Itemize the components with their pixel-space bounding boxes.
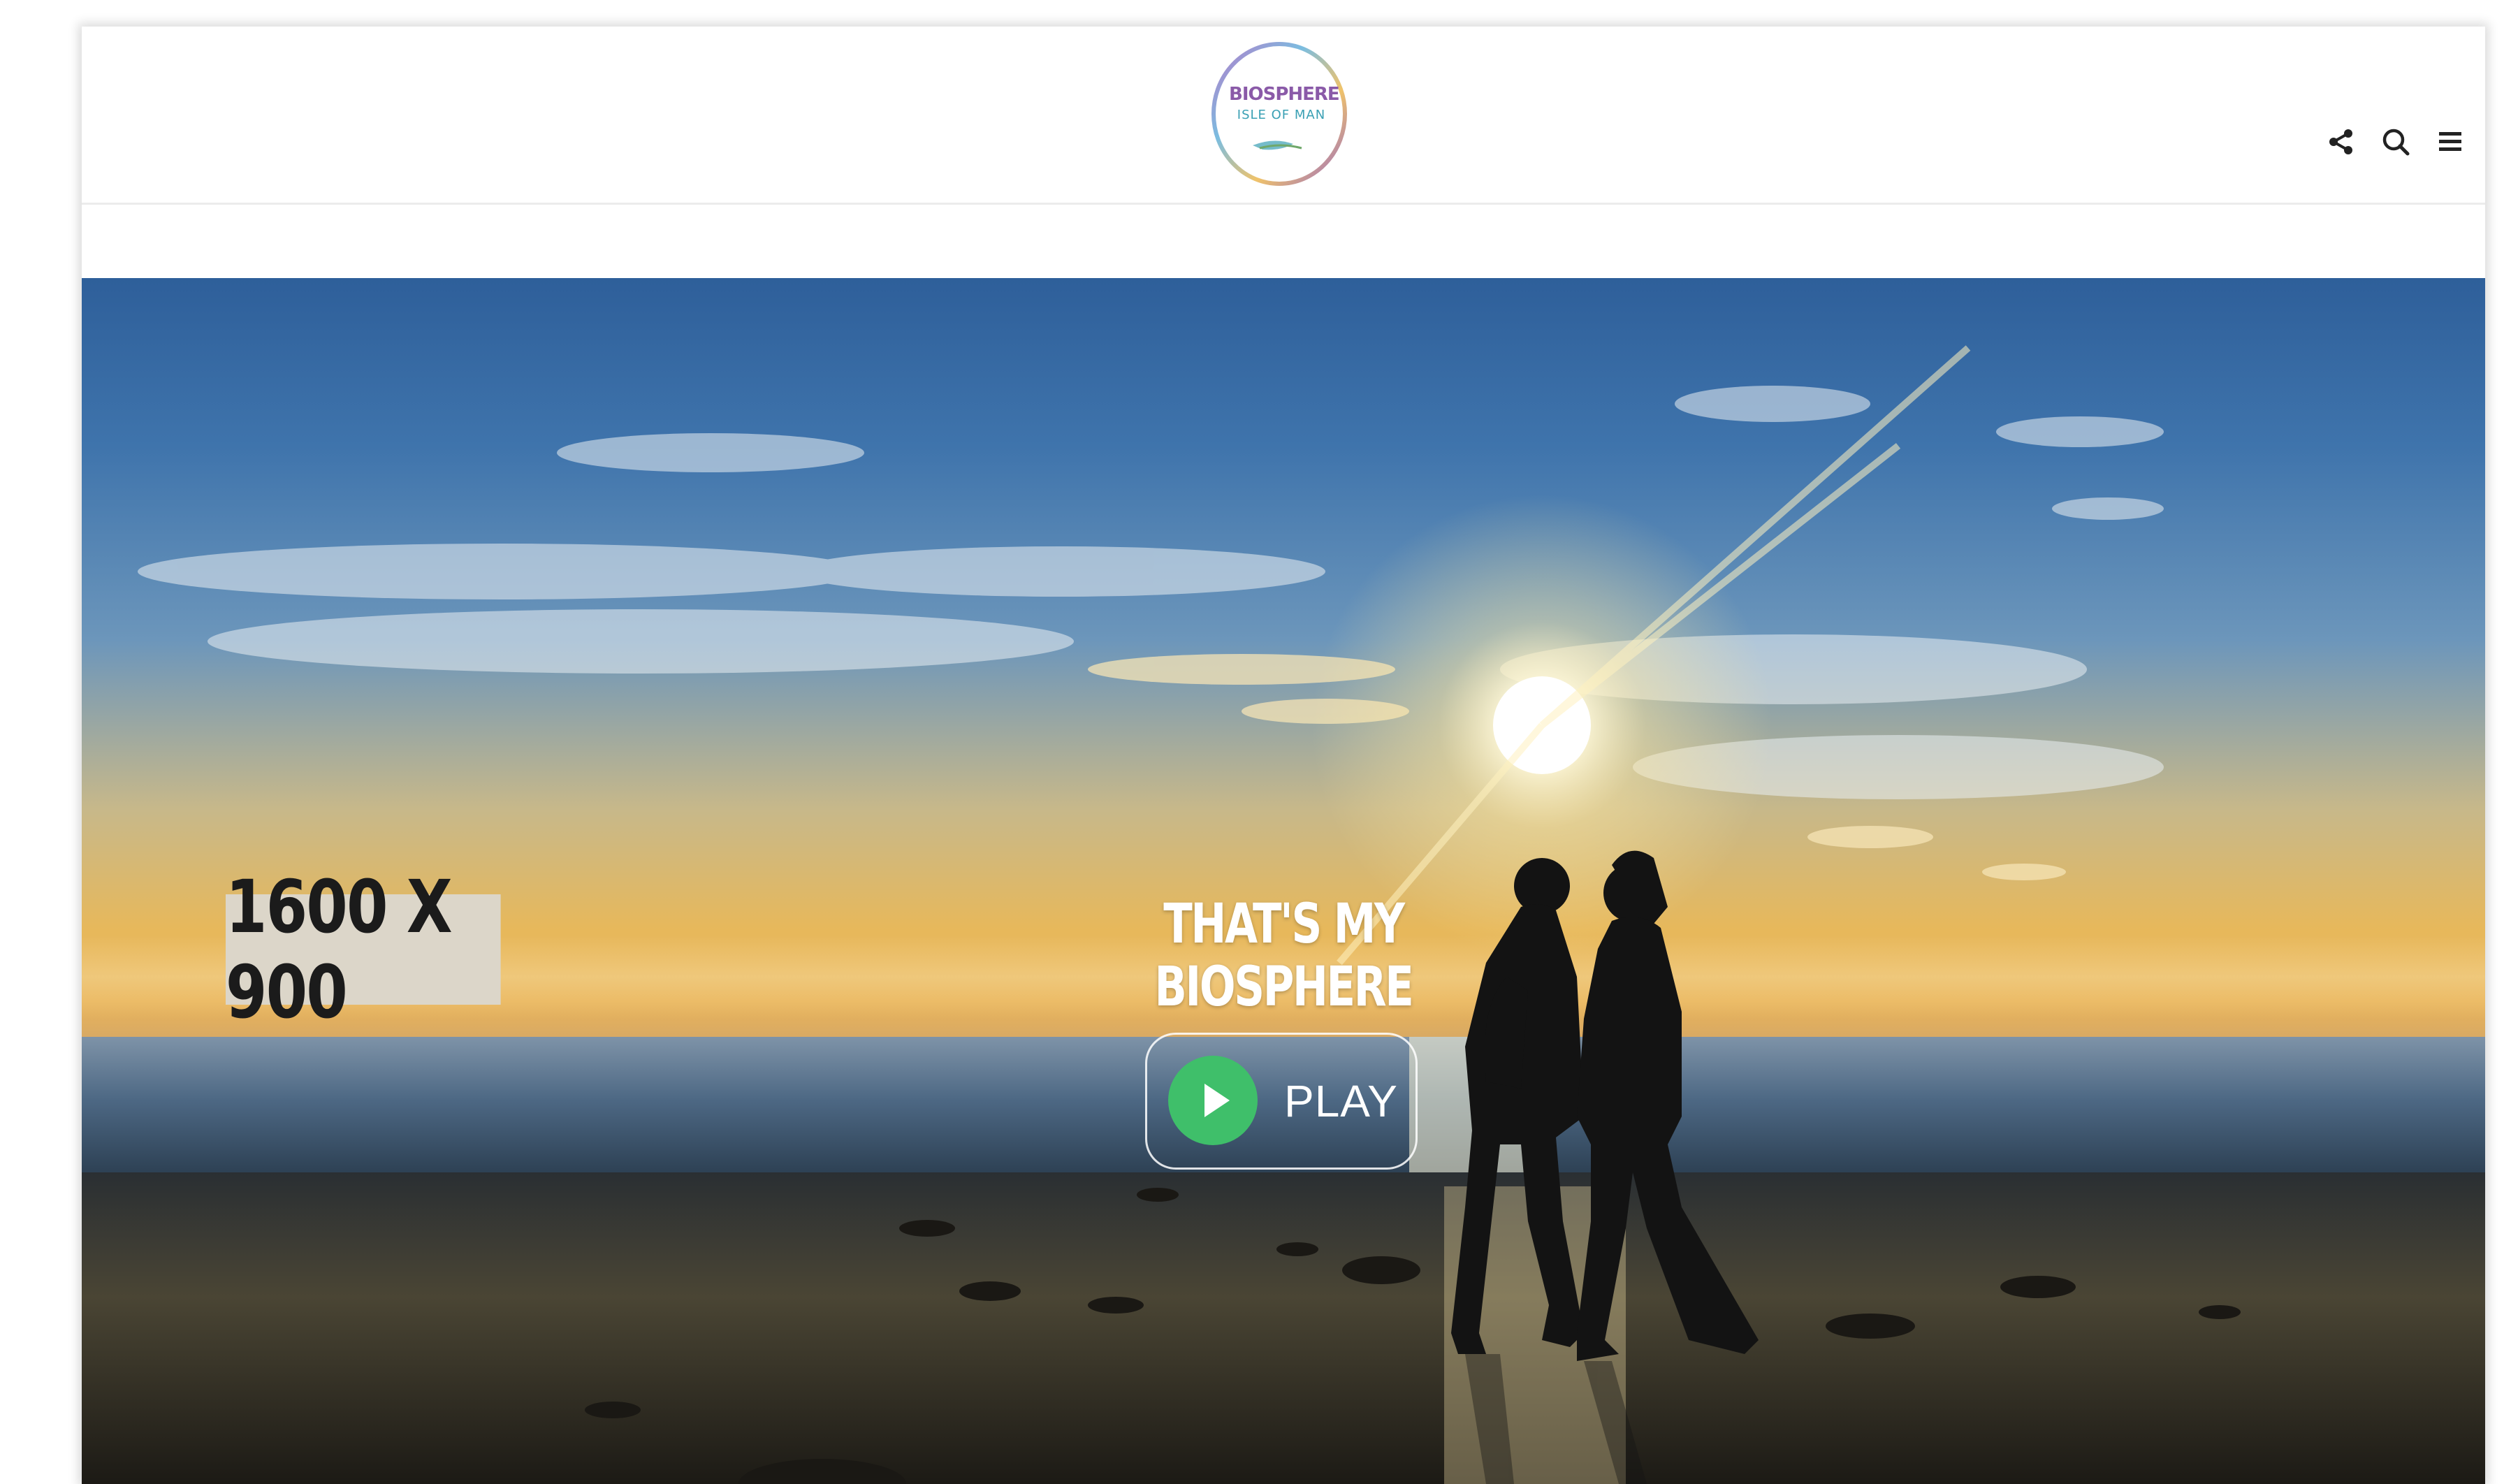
logo-line-1: BIOSPHERE [1229,84,1340,105]
share-icon[interactable] [2326,126,2357,157]
play-icon [1168,1056,1258,1145]
site-header: BIOSPHERE ISLE OF MAN [82,27,2485,205]
logo-wordmark: BIOSPHERE ISLE OF MAN [1211,41,1348,187]
header-icon-group [2326,117,2466,166]
play-button-label: PLAY [1284,1076,1398,1126]
menu-icon[interactable] [2435,126,2466,157]
sub-navigation-bar [82,205,2485,276]
hero-title: THAT'S MY BIOSPHERE [1154,893,1414,1019]
play-video-button[interactable]: PLAY [1145,1033,1418,1170]
hero-banner: 1600 X 900 THAT'S MY BIOSPHERE PLAY [82,278,2485,1484]
biosphere-logo[interactable]: BIOSPHERE ISLE OF MAN [1211,41,1348,187]
search-icon[interactable] [2380,126,2411,157]
browser-frame: BIOSPHERE ISLE OF MAN 1600 X 900 THAT'S … [82,27,2485,1484]
logo-line-2: ISLE OF MAN [1237,108,1326,122]
image-size-placeholder-label: 1600 X 900 [226,864,501,1035]
